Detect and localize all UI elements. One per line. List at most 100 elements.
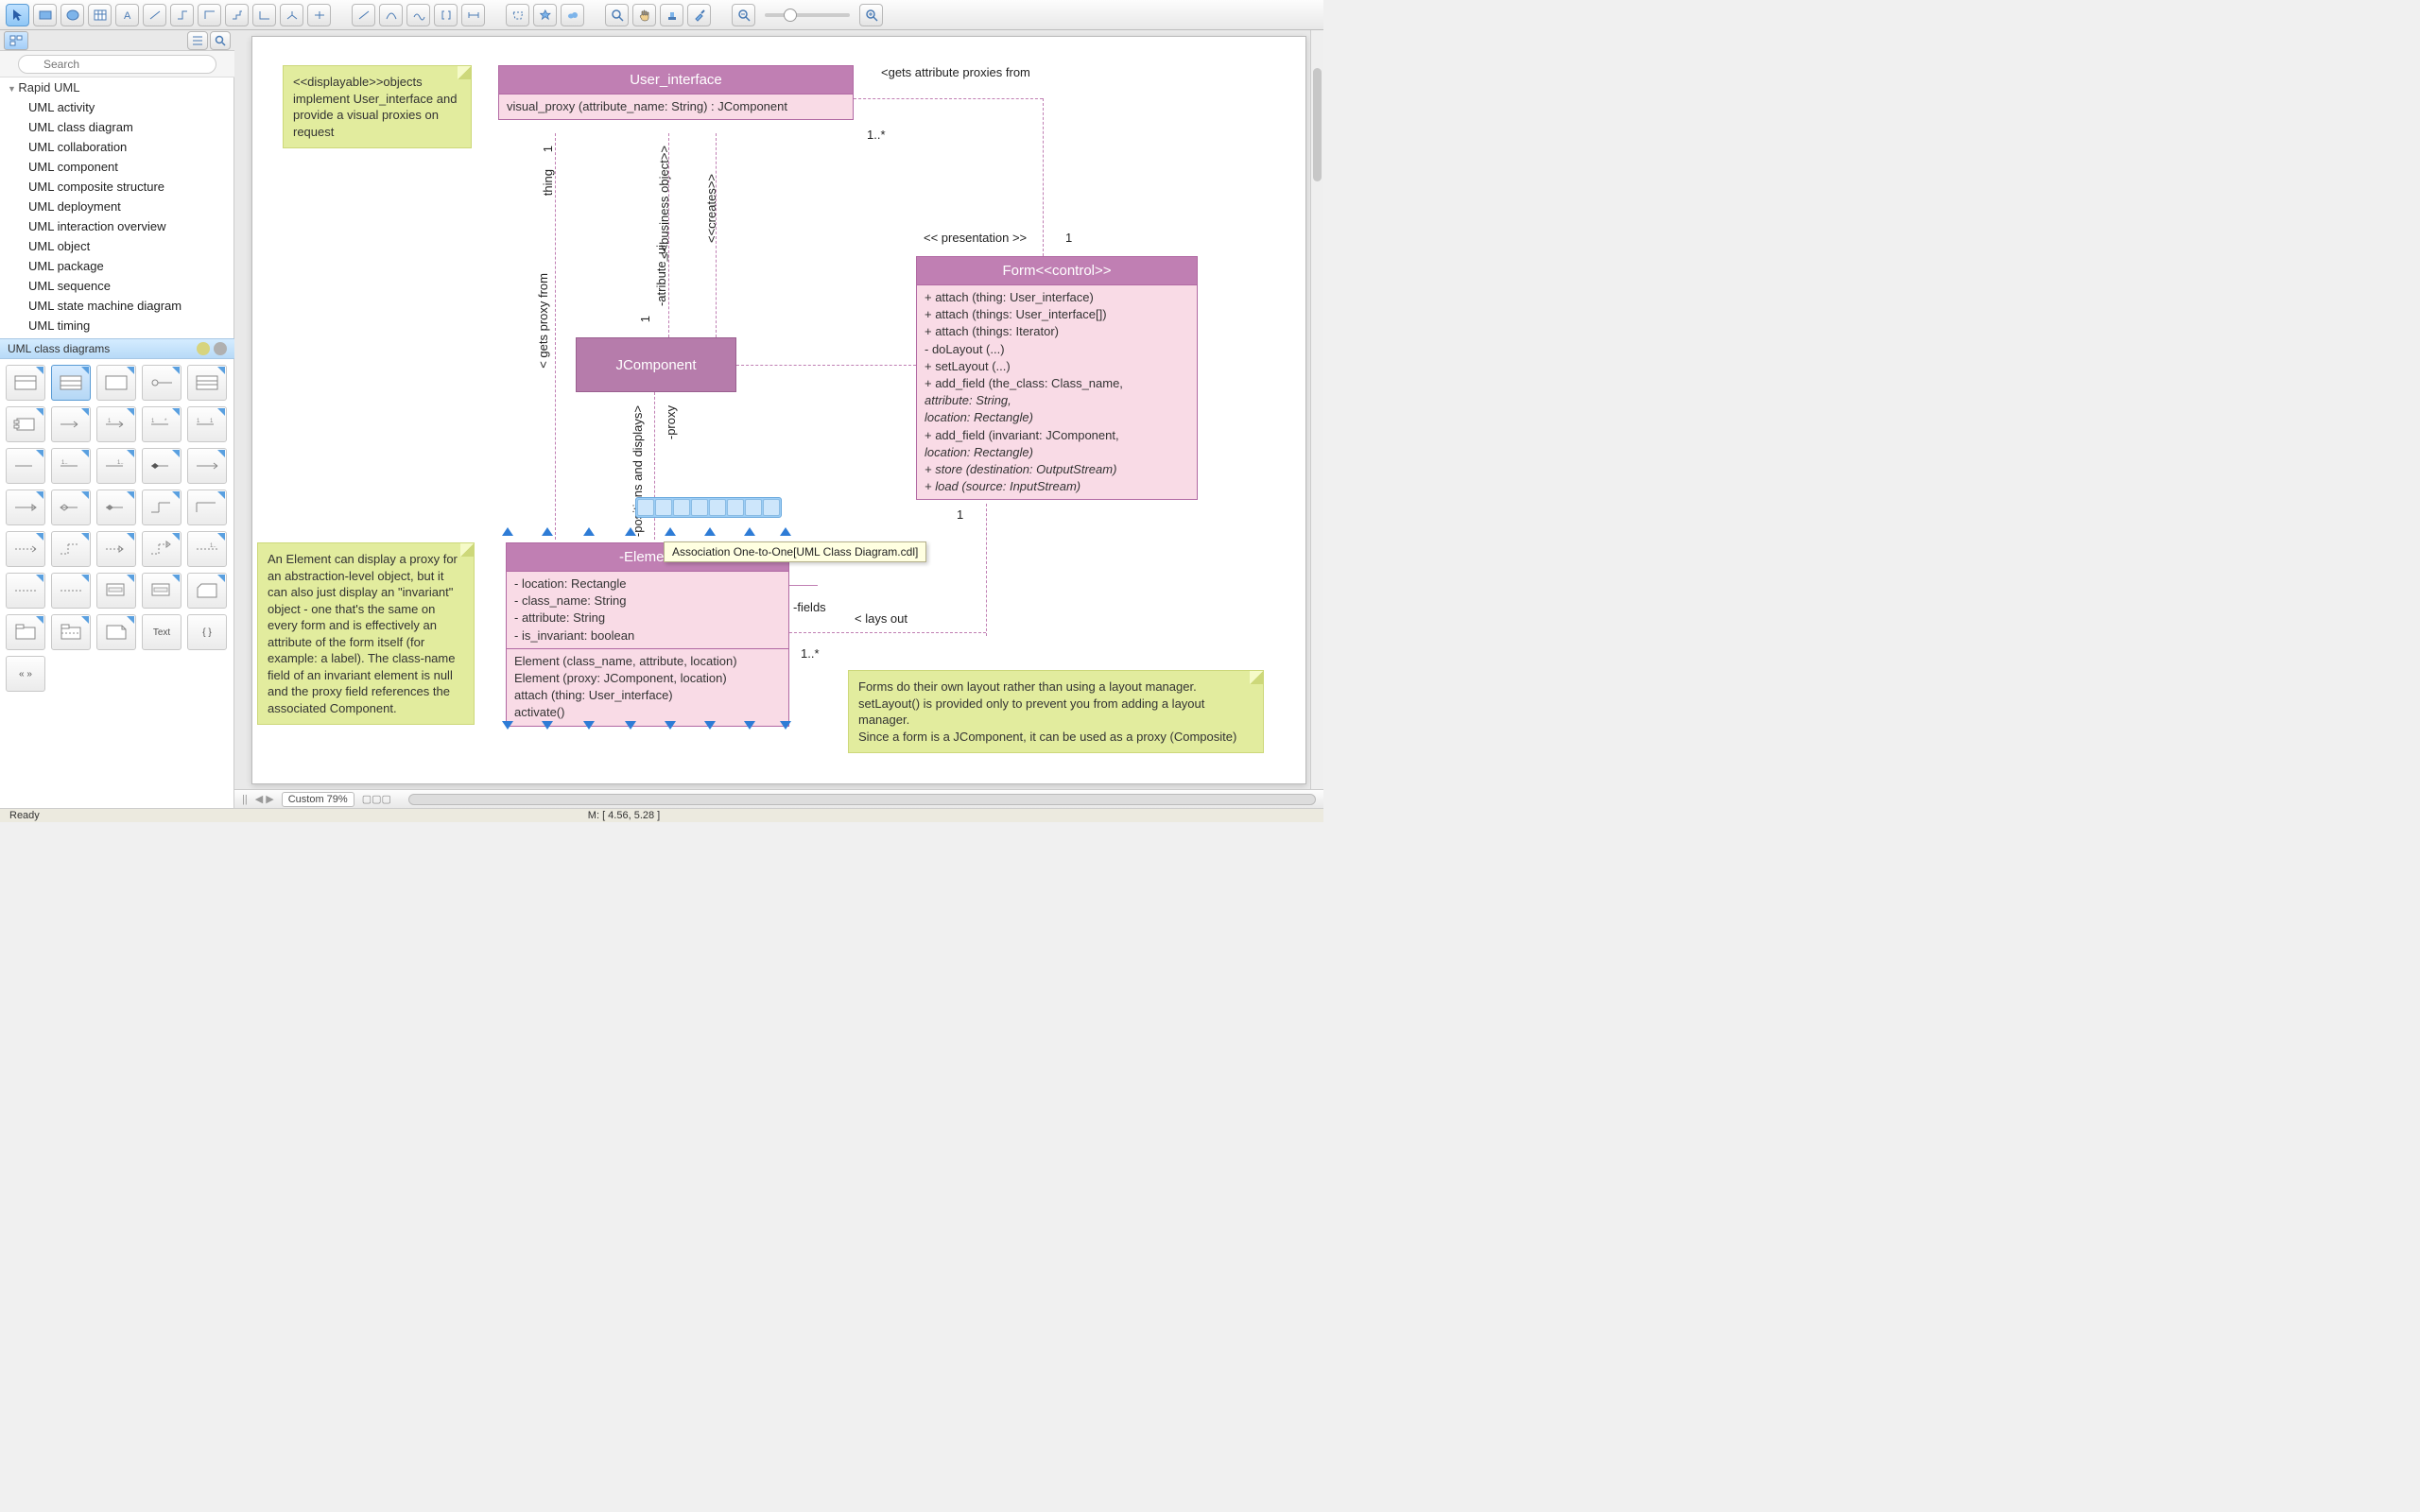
text-tool-button[interactable]: A	[115, 4, 139, 26]
palette-shape[interactable]: 1..	[187, 531, 227, 567]
connector5-button[interactable]	[252, 4, 276, 26]
palette-shape[interactable]	[51, 490, 91, 525]
selection-handle[interactable]	[744, 721, 755, 730]
search-input[interactable]	[18, 55, 216, 74]
palette-shape[interactable]: 1..	[96, 448, 136, 484]
table-tool-button[interactable]	[88, 4, 112, 26]
palette-shape[interactable]	[6, 406, 45, 442]
curve-tool-button[interactable]	[406, 4, 430, 26]
palette-shape[interactable]	[96, 365, 136, 401]
selection-handle[interactable]	[502, 526, 513, 536]
connector6-button[interactable]	[280, 4, 303, 26]
palette-shape[interactable]: 11	[187, 406, 227, 442]
palette-shape[interactable]	[142, 490, 182, 525]
ctx-btn[interactable]	[655, 499, 672, 516]
selection-handle[interactable]	[665, 526, 676, 536]
magnifier-button[interactable]	[605, 4, 629, 26]
palette-shape[interactable]	[6, 365, 45, 401]
palette-shape[interactable]	[142, 531, 182, 567]
selection-handle[interactable]	[542, 721, 553, 730]
palette-shape[interactable]	[187, 448, 227, 484]
palette-shape[interactable]: 1..	[51, 448, 91, 484]
class-element[interactable]: -Element - location: Rectangle - class_n…	[506, 542, 789, 727]
polygon-tool-button[interactable]	[506, 4, 529, 26]
diagram-canvas[interactable]: <<displayable>>objects implement User_in…	[251, 36, 1306, 784]
star-tool-button[interactable]	[533, 4, 557, 26]
selection-handle[interactable]	[542, 526, 553, 536]
palette-close-icon[interactable]	[214, 342, 227, 355]
selection-handle[interactable]	[780, 526, 791, 536]
tree-item[interactable]: UML component	[0, 157, 233, 177]
ctx-btn[interactable]	[763, 499, 780, 516]
tree-item[interactable]: UML object	[0, 236, 233, 256]
selection-handle[interactable]	[704, 721, 716, 730]
ctx-btn[interactable]	[637, 499, 654, 516]
palette-shape[interactable]	[187, 365, 227, 401]
zoom-value[interactable]: Custom 79%	[282, 792, 354, 807]
palette-shape[interactable]	[6, 448, 45, 484]
context-toolbar[interactable]	[635, 497, 782, 518]
ellipse-tool-button[interactable]	[60, 4, 84, 26]
tree-item[interactable]: UML deployment	[0, 197, 233, 216]
palette-shape[interactable]: 1*	[142, 406, 182, 442]
palette-shape[interactable]	[96, 573, 136, 609]
ctx-btn[interactable]	[691, 499, 708, 516]
selection-handle[interactable]	[583, 526, 595, 536]
note-element[interactable]: An Element can display a proxy for an ab…	[257, 542, 475, 725]
zoom-slider[interactable]	[765, 13, 850, 17]
zoom-out-button[interactable]	[732, 4, 755, 26]
selection-handle[interactable]	[780, 721, 791, 730]
palette-shape[interactable]	[96, 531, 136, 567]
ctx-btn[interactable]	[727, 499, 744, 516]
horizontal-scrollbar[interactable]	[408, 794, 1316, 805]
class-form[interactable]: Form<<control>> + attach (thing: User_in…	[916, 256, 1198, 500]
list-view-icon[interactable]	[187, 31, 208, 50]
palette-shape[interactable]	[6, 490, 45, 525]
vertical-scrollbar[interactable]	[1310, 30, 1323, 794]
palette-shape[interactable]	[6, 531, 45, 567]
tree-item[interactable]: UML timing	[0, 316, 233, 335]
class-user-interface[interactable]: User_interface visual_proxy (attribute_n…	[498, 65, 854, 120]
tree-item[interactable]: UML interaction overview	[0, 216, 233, 236]
palette-shape[interactable]	[187, 490, 227, 525]
connector7-button[interactable]	[307, 4, 331, 26]
palette-shape[interactable]	[51, 531, 91, 567]
palette-shape[interactable]	[187, 573, 227, 609]
palette-shape[interactable]	[142, 365, 182, 401]
palette-shape[interactable]: { }	[187, 614, 227, 650]
palette-shape[interactable]	[51, 365, 91, 401]
class-jcomponent[interactable]: JComponent	[576, 337, 736, 392]
palette-shape[interactable]	[51, 614, 91, 650]
hand-tool-button[interactable]	[632, 4, 656, 26]
note-form[interactable]: Forms do their own layout rather than us…	[848, 670, 1264, 753]
search-toggle-icon[interactable]	[210, 31, 231, 50]
arc-tool-button[interactable]	[379, 4, 403, 26]
palette-shape[interactable]	[6, 614, 45, 650]
selection-handle[interactable]	[502, 721, 513, 730]
pointer-tool-button[interactable]	[6, 4, 29, 26]
selection-handle[interactable]	[744, 526, 755, 536]
selection-handle[interactable]	[625, 721, 636, 730]
dropper-tool-button[interactable]	[687, 4, 711, 26]
connector4-button[interactable]	[225, 4, 249, 26]
tree-header[interactable]: Rapid UML	[0, 77, 233, 97]
tree-item[interactable]: UML collaboration	[0, 137, 233, 157]
ctx-btn[interactable]	[673, 499, 690, 516]
palette-shape[interactable]	[142, 573, 182, 609]
connector2-button[interactable]	[170, 4, 194, 26]
rect-tool-button[interactable]	[33, 4, 57, 26]
stamp-tool-button[interactable]	[660, 4, 683, 26]
palette-min-icon[interactable]	[197, 342, 210, 355]
selection-handle[interactable]	[704, 526, 716, 536]
selection-handle[interactable]	[583, 721, 595, 730]
zoom-in-button[interactable]	[859, 4, 883, 26]
palette-shape[interactable]: Text	[142, 614, 182, 650]
ctx-btn[interactable]	[745, 499, 762, 516]
palette-shape[interactable]	[96, 614, 136, 650]
note-displayable[interactable]: <<displayable>>objects implement User_in…	[283, 65, 472, 148]
connector3-button[interactable]	[198, 4, 221, 26]
library-tab-icon[interactable]	[4, 31, 28, 50]
tree-item[interactable]: UML package	[0, 256, 233, 276]
tree-item[interactable]: UML sequence	[0, 276, 233, 296]
cloud-tool-button[interactable]	[561, 4, 584, 26]
